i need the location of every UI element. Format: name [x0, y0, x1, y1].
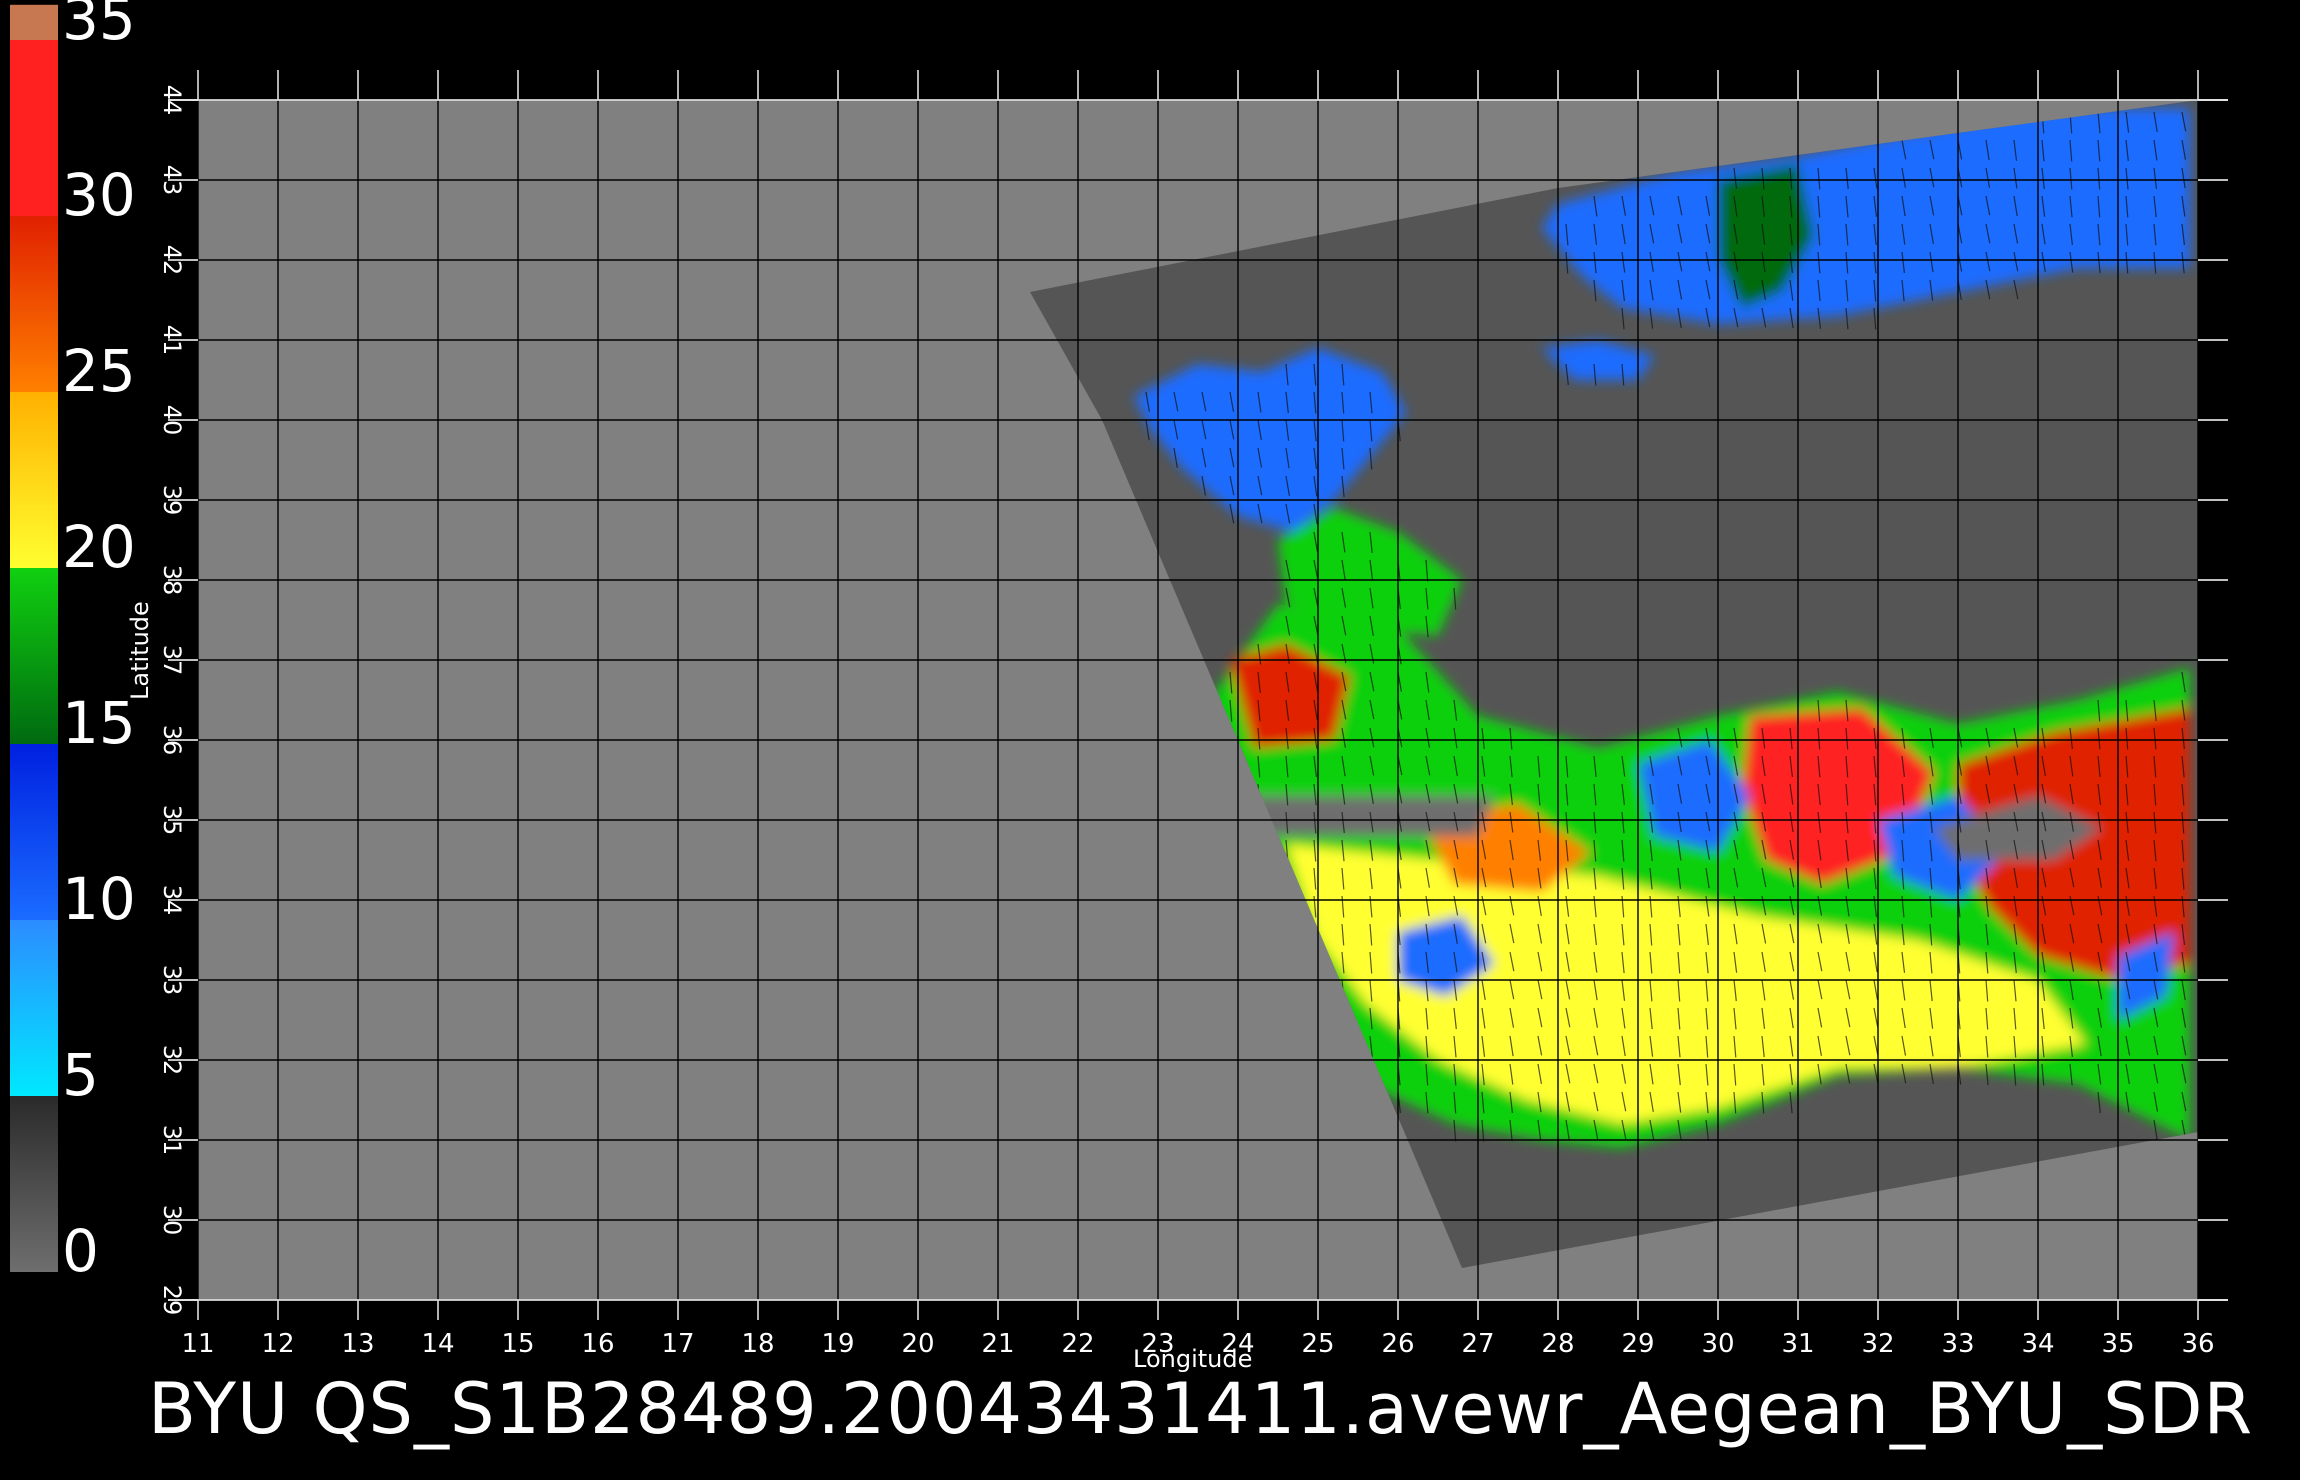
x-tick-label: 26 — [1381, 1329, 1414, 1359]
y-tick-label: 44 — [158, 85, 186, 116]
colorbar — [10, 4, 58, 1272]
colorbar-band — [10, 392, 58, 568]
y-tick-label: 43 — [158, 165, 186, 196]
x-tick-label: 21 — [981, 1329, 1014, 1359]
x-tick-label: 27 — [1461, 1329, 1494, 1359]
colorbar-band — [10, 40, 58, 216]
y-tick-label: 31 — [158, 1125, 186, 1156]
colorbar-band — [10, 216, 58, 392]
y-tick-label: 40 — [158, 405, 186, 436]
y-tick-label: 36 — [158, 725, 186, 756]
x-tick-label: 13 — [341, 1329, 374, 1359]
colorbar-band — [10, 568, 58, 744]
x-tick-label: 18 — [741, 1329, 774, 1359]
x-tick-label: 16 — [581, 1329, 614, 1359]
x-tick-label: 29 — [1621, 1329, 1654, 1359]
x-tick-label: 22 — [1061, 1329, 1094, 1359]
y-tick-label: 34 — [158, 885, 186, 916]
x-tick-label: 28 — [1541, 1329, 1574, 1359]
x-tick-label: 14 — [421, 1329, 454, 1359]
x-tick-label: 17 — [661, 1329, 694, 1359]
x-tick-label: 12 — [261, 1329, 294, 1359]
x-tick-label: 35 — [2101, 1329, 2134, 1359]
wind-speed-map: 11 12 13 14 15 16 17 18 19 20 21 22 23 24 25 26 27 28 29 30… — [158, 70, 2228, 1359]
x-tick-label: 15 — [501, 1329, 534, 1359]
x-tick-label: 20 — [901, 1329, 934, 1359]
colorbar-band — [10, 1096, 58, 1272]
colorbar-tick-label: 10 — [62, 865, 136, 933]
colorbar-tick-label: 35 — [62, 0, 136, 53]
x-tick-label: 19 — [821, 1329, 854, 1359]
y-axis-label: Latitude — [126, 601, 154, 700]
y-tick-label: 38 — [158, 565, 186, 596]
y-tick-label: 37 — [158, 645, 186, 676]
colorbar-tick-label: 0 — [62, 1217, 99, 1285]
x-tick-label: 32 — [1861, 1329, 1894, 1359]
y-tick-label: 29 — [158, 1285, 186, 1316]
y-tick-labels: 29 30 31 32 33 34 35 36 37 38 39 40 41 42 43 44 — [158, 85, 186, 1316]
colorbar-band — [10, 4, 58, 41]
x-tick-label: 30 — [1701, 1329, 1734, 1359]
colorbar-tick-label: 20 — [62, 513, 136, 581]
colorbar-band — [10, 744, 58, 920]
y-tick-label: 35 — [158, 805, 186, 836]
y-tick-label: 30 — [158, 1205, 186, 1236]
colorbar-tick-label: 5 — [62, 1041, 99, 1109]
colorbar-tick-label: 15 — [62, 689, 136, 757]
y-tick-label: 41 — [158, 325, 186, 356]
colorbar-tick-label: 25 — [62, 337, 136, 405]
y-tick-label: 42 — [158, 245, 186, 276]
product-id-label: BYU QS_S1B28489.20043431411.avewr_Aegean… — [148, 1368, 2254, 1450]
x-tick-label: 31 — [1781, 1329, 1814, 1359]
y-tick-label: 32 — [158, 1045, 186, 1076]
colorbar-tick-label: 30 — [62, 161, 136, 229]
x-tick-label: 33 — [1941, 1329, 1974, 1359]
y-tick-label: 33 — [158, 965, 186, 996]
x-tick-label: 34 — [2021, 1329, 2054, 1359]
x-tick-label: 36 — [2181, 1329, 2214, 1359]
y-tick-label: 39 — [158, 485, 186, 516]
colorbar-band — [10, 920, 58, 1096]
x-tick-label: 11 — [181, 1329, 214, 1359]
x-tick-label: 25 — [1301, 1329, 1334, 1359]
